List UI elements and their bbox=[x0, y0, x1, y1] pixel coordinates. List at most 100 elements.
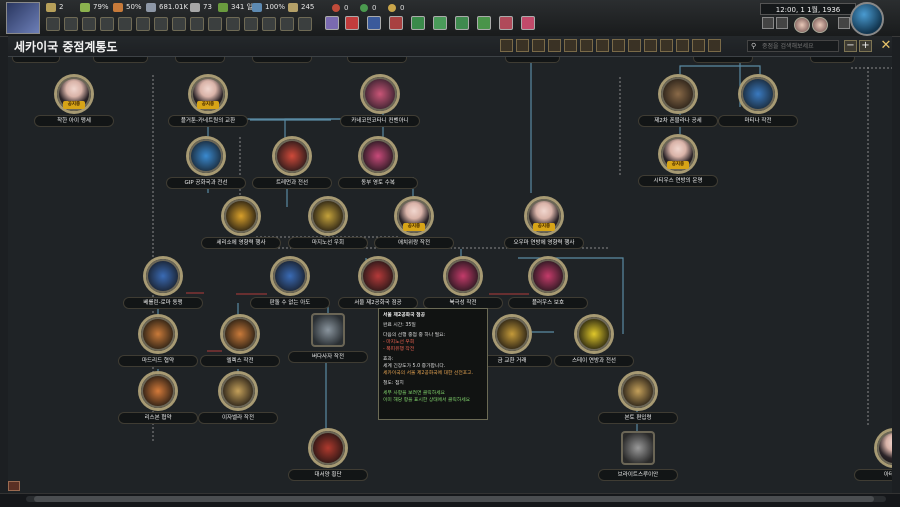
filter-red-icon[interactable] bbox=[500, 39, 513, 52]
war-counter-green[interactable]: 0 bbox=[360, 2, 376, 14]
focus-label-stub[interactable] bbox=[810, 57, 855, 63]
search-input[interactable] bbox=[762, 41, 838, 51]
pause-button[interactable] bbox=[776, 17, 788, 29]
filter-star-icon[interactable] bbox=[516, 39, 529, 52]
focus-node-14[interactable]: 베를린-로마 동맹 bbox=[123, 259, 203, 315]
focus-node-29[interactable]: 아테리카 bbox=[854, 431, 892, 487]
focus-node-6[interactable]: GIP 공화국과 전선 bbox=[166, 139, 246, 195]
alert-decision-icon[interactable] bbox=[433, 16, 447, 30]
focus-node-25[interactable]: 이자벨라 작전 bbox=[198, 374, 278, 430]
focus-node-9[interactable]: 공지중 시티우스 연방의 운명 bbox=[638, 137, 718, 193]
filter-medal-icon[interactable] bbox=[676, 39, 689, 52]
scrollbar-thumb[interactable] bbox=[34, 496, 874, 502]
focus-label-stub[interactable] bbox=[252, 57, 312, 63]
filter-plane-icon[interactable] bbox=[564, 39, 577, 52]
focus-node-21[interactable]: 버다사자 작전 bbox=[288, 313, 368, 369]
focus-node-28[interactable]: 브라이트스루이안 bbox=[598, 431, 678, 487]
advisor-portrait[interactable] bbox=[812, 17, 828, 33]
focus-label-stub[interactable] bbox=[693, 57, 753, 63]
focus-node-5[interactable]: 마티나 작전 bbox=[718, 77, 798, 133]
construction-tab-icon[interactable] bbox=[118, 17, 132, 31]
research-tab-icon[interactable] bbox=[64, 17, 78, 31]
focus-node-19[interactable]: 마드리드 협약 bbox=[118, 317, 198, 373]
focus-node-2[interactable]: 공지중 플거툰-카네트원의 교환 bbox=[168, 77, 248, 133]
focus-node-13[interactable]: 공지중 오우마 연방에 영향력 행사 bbox=[504, 199, 584, 255]
focus-node-1[interactable]: 공지중 착한 아이 맹세 bbox=[34, 77, 114, 133]
zoom-in-button[interactable]: + bbox=[859, 40, 872, 52]
recruit-tab-icon[interactable] bbox=[154, 17, 168, 31]
filter-gear-icon[interactable] bbox=[644, 39, 657, 52]
focus-label-stub[interactable] bbox=[93, 57, 148, 63]
focus-node-3[interactable]: 카네코민코타니 컨벤아니 bbox=[340, 77, 420, 133]
filter-shield-icon[interactable] bbox=[708, 39, 721, 52]
production-tab-icon[interactable] bbox=[136, 17, 150, 31]
speed-down-button[interactable] bbox=[762, 17, 774, 29]
focus-node-4[interactable]: 제2차 폰블라나 공세 bbox=[638, 77, 718, 133]
alert-production-icon[interactable] bbox=[389, 16, 403, 30]
focus-node-18[interactable]: 플러우스 보호 bbox=[508, 259, 588, 315]
horizontal-scrollbar[interactable] bbox=[26, 496, 886, 502]
focus-node-8[interactable]: 동부 영토 수복 bbox=[338, 139, 418, 195]
filter-cross-icon[interactable] bbox=[612, 39, 625, 52]
stability-stat[interactable]: 79% bbox=[80, 1, 109, 14]
manpower-stat[interactable]: 681.01K bbox=[146, 1, 188, 14]
focus-node-10[interactable]: 세리소에 영향력 행사 bbox=[201, 199, 281, 255]
factory-stat[interactable]: 73 bbox=[190, 1, 212, 14]
alert-research-icon[interactable] bbox=[325, 16, 339, 30]
filter-pink-icon[interactable] bbox=[532, 39, 545, 52]
focus-label-stub[interactable] bbox=[347, 57, 407, 63]
focus-node-11[interactable]: 마지노선 우회 bbox=[288, 199, 368, 255]
focus-node-12[interactable]: 공지중 애치위랑 작전 bbox=[374, 199, 454, 255]
alert-diplomacy-icon[interactable] bbox=[367, 16, 381, 30]
political-power-stat[interactable]: 2 bbox=[46, 1, 63, 14]
focus-node-16[interactable]: 서울 제2공화국 점공 bbox=[338, 259, 418, 315]
filter-rocket-icon[interactable] bbox=[596, 39, 609, 52]
wrench-icon[interactable] bbox=[226, 17, 240, 31]
gear-icon[interactable] bbox=[208, 17, 222, 31]
filter-ship-icon[interactable] bbox=[548, 39, 561, 52]
focus-node-27[interactable]: 대서양 횡단 bbox=[288, 431, 368, 487]
focus-node-17[interactable]: 북극성 작전 bbox=[423, 259, 503, 315]
focus-node-20[interactable]: 엘렉스 작전 bbox=[200, 317, 280, 373]
focus-node-24[interactable]: 리스본 협약 bbox=[118, 374, 198, 430]
focus-label-stub[interactable] bbox=[505, 57, 560, 63]
focus-node-23[interactable]: 스테이 연방과 전선 bbox=[554, 317, 634, 373]
fuel-stat[interactable]: 341 일 bbox=[218, 1, 253, 14]
war-support-stat[interactable]: 50% bbox=[113, 1, 142, 14]
focus-label-stub[interactable] bbox=[12, 57, 60, 63]
focus-node-26[interactable]: 본토 편입령 bbox=[598, 374, 678, 430]
filter-industry-icon[interactable] bbox=[628, 39, 641, 52]
war-counter-red[interactable]: 0 bbox=[332, 2, 348, 14]
command-power-stat[interactable]: 245 bbox=[288, 1, 314, 14]
map-globe-icon[interactable] bbox=[850, 2, 884, 36]
trade-tab-icon[interactable] bbox=[100, 17, 114, 31]
military-tab-icon[interactable] bbox=[244, 17, 258, 31]
politics-tab-icon[interactable] bbox=[46, 17, 60, 31]
advisor-portrait[interactable] bbox=[794, 17, 810, 33]
alert-war-icon[interactable] bbox=[345, 16, 359, 30]
navy-tab-icon[interactable] bbox=[262, 17, 276, 31]
focus-node-7[interactable]: 트레먼과 전선 bbox=[252, 139, 332, 195]
alert-air-icon[interactable] bbox=[499, 16, 513, 30]
speed-up-button[interactable] bbox=[838, 17, 850, 29]
war-counter-yellow[interactable]: 0 bbox=[388, 2, 404, 14]
intelligence-tab-icon[interactable] bbox=[190, 17, 204, 31]
filter-book-icon[interactable] bbox=[692, 39, 705, 52]
air-tab-icon[interactable] bbox=[280, 17, 294, 31]
alert-army-icon[interactable] bbox=[455, 16, 469, 30]
filter-flag-icon[interactable] bbox=[660, 39, 673, 52]
focus-node-15[interactable]: 판돌 수 없는 아도 bbox=[250, 259, 330, 315]
filter-tank-icon[interactable] bbox=[580, 39, 593, 52]
country-flag[interactable] bbox=[6, 2, 40, 34]
focus-search-box[interactable]: ⚲ bbox=[747, 40, 839, 52]
minimap-icon[interactable] bbox=[8, 481, 20, 491]
focus-tree-canvas[interactable]: 공지중 착한 아이 맹세 공지중 플거툰-카네트원의 교환 카네코민코타니 컨벤… bbox=[8, 57, 892, 493]
zoom-out-button[interactable]: − bbox=[844, 40, 857, 52]
close-button[interactable]: ✕ bbox=[879, 39, 893, 53]
decision-tab-icon[interactable] bbox=[298, 17, 312, 31]
focus-label-stub[interactable] bbox=[175, 57, 225, 63]
alert-navy-icon[interactable] bbox=[477, 16, 491, 30]
alert-trade-icon[interactable] bbox=[521, 16, 535, 30]
logistics-tab-icon[interactable] bbox=[172, 17, 186, 31]
alert-focus-icon[interactable] bbox=[411, 16, 425, 30]
